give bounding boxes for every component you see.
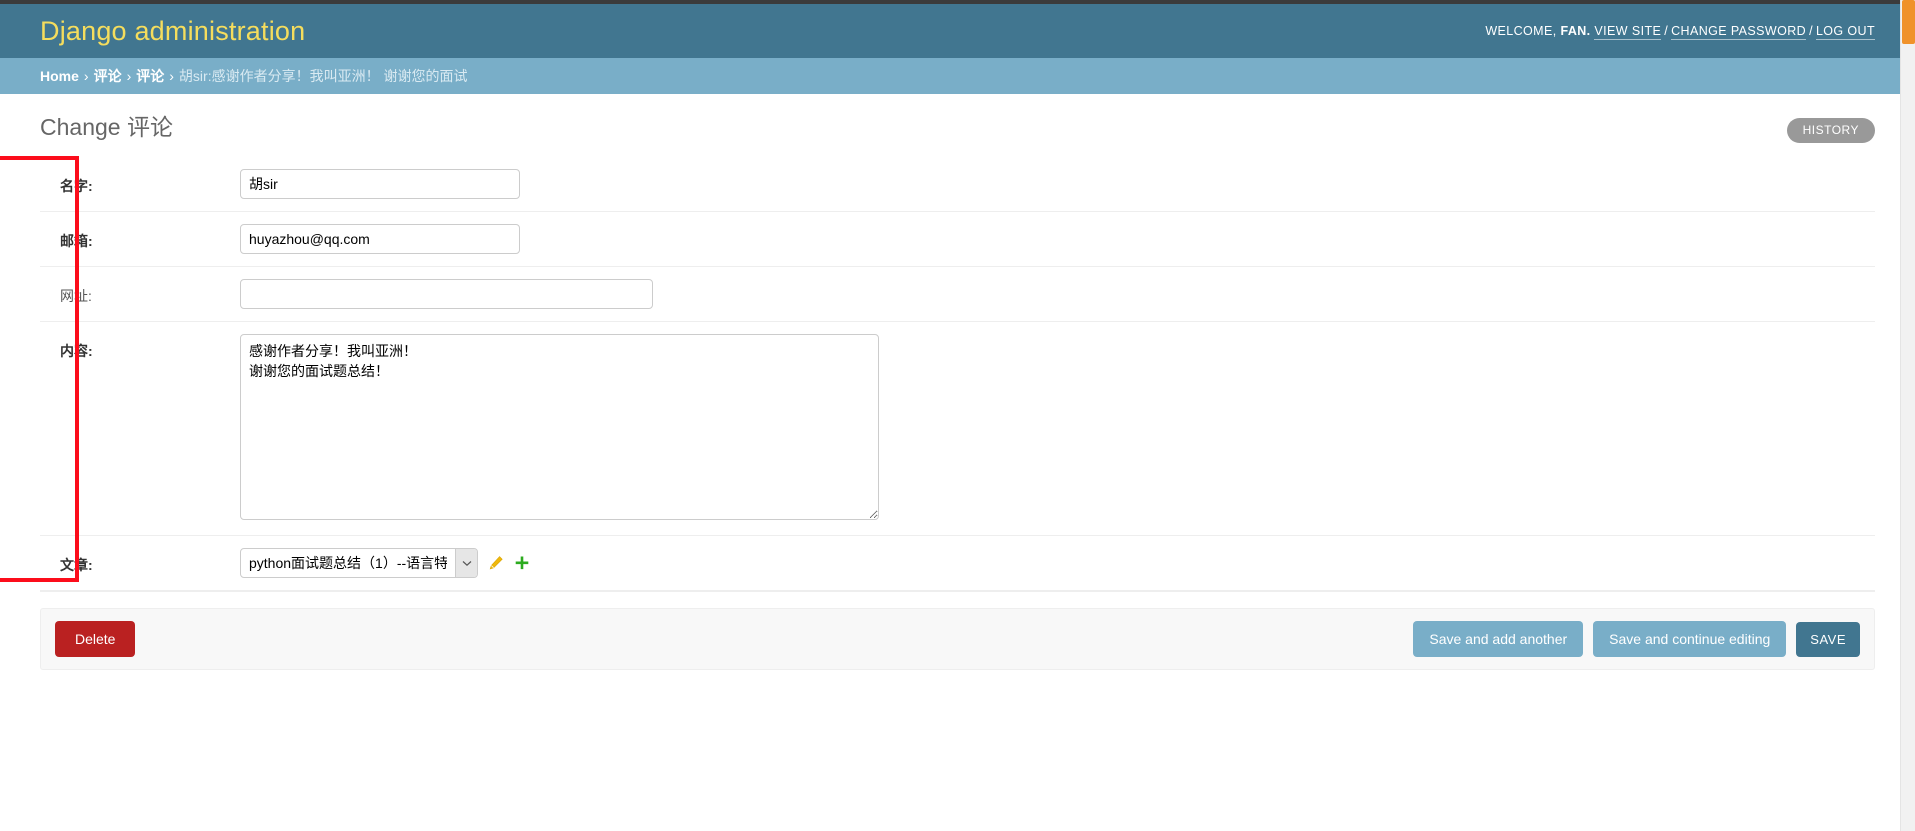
save-button[interactable]: SAVE (1796, 621, 1860, 657)
save-and-continue-button[interactable]: Save and continue editing (1593, 621, 1787, 657)
article-select[interactable]: python面试题总结（1）--语言特性 (240, 548, 478, 578)
admin-header: Django administration WELCOME, FAN. VIEW… (0, 4, 1915, 58)
user-tools: WELCOME, FAN. VIEW SITE / CHANGE PASSWORD /… (1485, 24, 1875, 40)
welcome-username: FAN. (1560, 24, 1591, 38)
label-content: 内容: (60, 343, 93, 359)
form-row-url: 网址: (40, 267, 1875, 322)
label-email: 邮箱: (60, 233, 93, 249)
scrollbar-thumb[interactable] (1902, 0, 1915, 44)
change-password-link[interactable]: CHANGE PASSWORD (1671, 24, 1807, 40)
label-article: 文章: (60, 557, 93, 573)
field-box-article: python面试题总结（1）--语言特性 (240, 548, 1875, 578)
usertools-separator-1: / (1664, 24, 1669, 38)
view-site-link[interactable]: VIEW SITE (1594, 24, 1662, 40)
change-form: 名字: 邮箱: 网址: 内容: 感谢作者分享！我叫亚洲！ 谢谢您的面试题总结！ … (40, 157, 1875, 592)
form-row-article: 文章: python面试题总结（1）--语言特性 (40, 536, 1875, 591)
field-box-name (240, 169, 1875, 199)
page-title: Change 评论 (40, 114, 173, 140)
label-name: 名字: (60, 178, 93, 194)
site-branding[interactable]: Django administration (40, 17, 305, 45)
field-box-content: 感谢作者分享！我叫亚洲！ 谢谢您的面试题总结！ (240, 334, 1875, 523)
object-tools: HISTORY (1786, 114, 1875, 143)
save-button-group: Save and add another Save and continue e… (1413, 621, 1860, 657)
form-row-name: 名字: (40, 157, 1875, 212)
breadcrumb-separator-2: › (126, 68, 132, 84)
history-button[interactable]: HISTORY (1786, 118, 1875, 143)
main-content: Change 评论 HISTORY 名字: 邮箱: 网址: 内容: (0, 94, 1915, 670)
welcome-prefix: WELCOME, (1485, 24, 1557, 38)
related-widget-wrapper (487, 555, 530, 572)
welcome-text: WELCOME, FAN. (1485, 24, 1594, 38)
breadcrumb-item-app[interactable]: 评论 (94, 66, 122, 86)
email-input[interactable] (240, 224, 520, 254)
article-select-holder: python面试题总结（1）--语言特性 (240, 548, 478, 578)
field-box-url (240, 279, 1875, 309)
save-and-add-another-button[interactable]: Save and add another (1413, 621, 1584, 657)
label-url: 网址: (60, 288, 92, 304)
content-textarea[interactable]: 感谢作者分享！我叫亚洲！ 谢谢您的面试题总结！ (240, 334, 879, 520)
url-input[interactable] (240, 279, 653, 309)
content-title-row: Change 评论 HISTORY (40, 94, 1875, 157)
breadcrumb-item-current: 胡sir:感谢作者分享！我叫亚洲！ 谢谢您的面试 (178, 68, 468, 84)
article-select-wrap: python面试题总结（1）--语言特性 (240, 548, 530, 578)
form-row-email: 邮箱: (40, 212, 1875, 267)
plus-icon[interactable] (513, 555, 530, 572)
page-scrollbar[interactable] (1900, 0, 1915, 831)
breadcrumb-item-model[interactable]: 评论 (136, 66, 164, 86)
field-box-email (240, 224, 1875, 254)
pencil-icon[interactable] (487, 555, 504, 572)
breadcrumb-item-home[interactable]: Home (40, 68, 79, 84)
submit-row: Delete Save and add another Save and con… (40, 608, 1875, 670)
name-input[interactable] (240, 169, 520, 199)
form-row-content: 内容: 感谢作者分享！我叫亚洲！ 谢谢您的面试题总结！ (40, 322, 1875, 536)
breadcrumb: Home › 评论 › 评论 › 胡sir:感谢作者分享！我叫亚洲！ 谢谢您的面… (0, 58, 1915, 94)
log-out-link[interactable]: LOG OUT (1815, 24, 1875, 40)
usertools-separator-2: / (1809, 24, 1813, 38)
breadcrumb-separator-3: › (169, 68, 174, 84)
breadcrumb-separator-1: › (83, 68, 89, 84)
delete-button[interactable]: Delete (55, 621, 136, 657)
